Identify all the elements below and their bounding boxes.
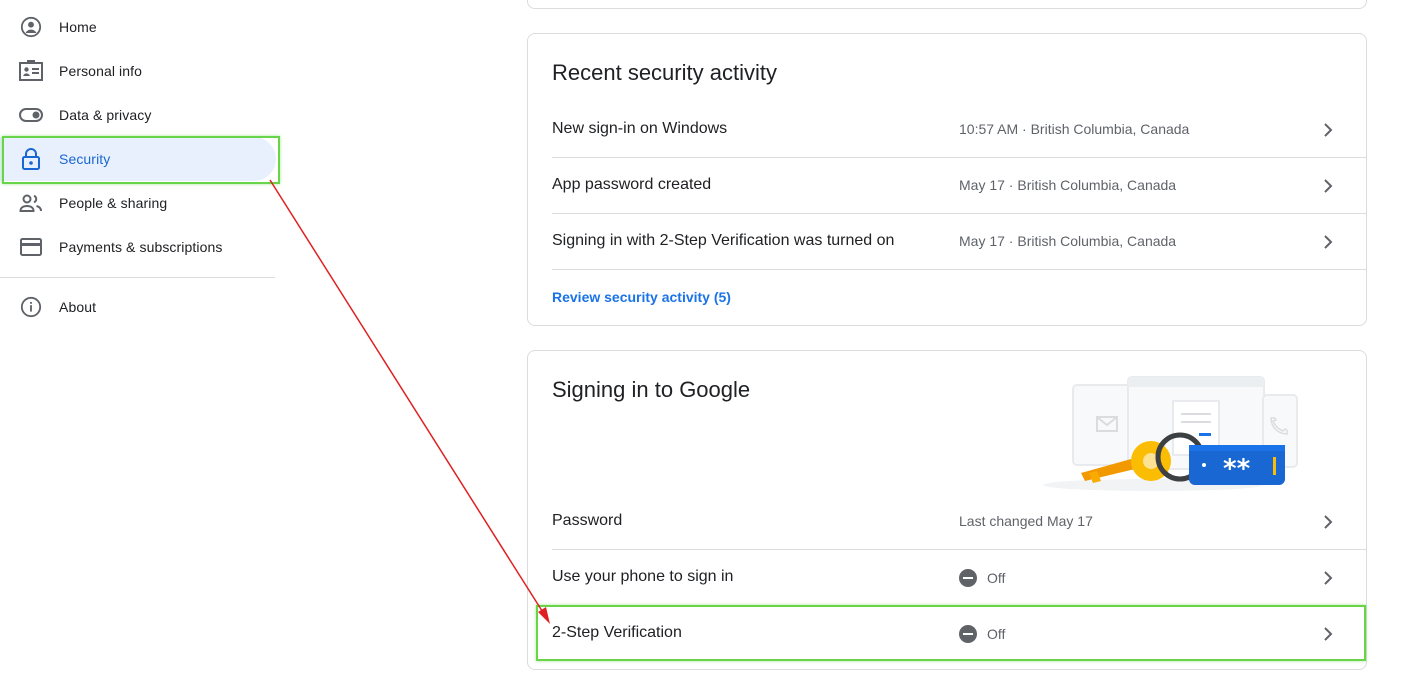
sidebar-item-label: Payments & subscriptions — [59, 239, 223, 255]
activity-meta: May 17 · British Columbia, Canada — [959, 177, 1177, 193]
people-icon — [19, 191, 43, 215]
sidebar-item-label: People & sharing — [59, 195, 168, 211]
status-text: Off — [987, 626, 1006, 642]
activity-meta: May 17 · British Columbia, Canada — [959, 233, 1177, 249]
sidebar-item-data-privacy[interactable]: Data & privacy — [0, 93, 276, 137]
row-label: Use your phone to sign in — [552, 568, 734, 585]
sidebar-item-label: Personal info — [59, 63, 143, 79]
sidebar-item-label: Security — [59, 151, 111, 167]
activity-label: New sign-in on Windows — [552, 120, 728, 137]
credit-card-icon — [19, 235, 43, 259]
id-card-icon — [19, 59, 43, 83]
sidebar-item-label: Data & privacy — [59, 107, 152, 123]
sidebar-item-label: About — [59, 299, 97, 315]
toggle-icon — [19, 103, 43, 127]
chevron-right-icon — [1324, 179, 1333, 193]
activity-row[interactable]: App password created May 17 · British Co… — [552, 158, 1366, 214]
review-security-activity-link[interactable]: Review security activity (5) — [552, 289, 731, 305]
two-step-verification-row[interactable]: 2-Step Verification Off — [552, 606, 1366, 662]
sidebar-item-security[interactable]: Security — [0, 137, 276, 181]
lock-icon — [19, 147, 43, 171]
row-label: 2-Step Verification — [552, 624, 682, 641]
sidebar-item-payments[interactable]: Payments & subscriptions — [0, 225, 276, 269]
svg-text:**: ** — [1223, 454, 1251, 484]
chevron-right-icon — [1324, 235, 1333, 249]
sidebar-item-about[interactable]: About — [0, 285, 276, 329]
sidebar-item-label: Home — [59, 19, 97, 35]
account-circle-icon — [19, 15, 43, 39]
activity-label: App password created — [552, 176, 712, 193]
row-label: Password — [552, 512, 623, 529]
password-row[interactable]: Password Last changed May 17 — [552, 494, 1366, 550]
sidebar-item-people-sharing[interactable]: People & sharing — [0, 181, 276, 225]
previous-card-edge — [527, 0, 1367, 9]
chevron-right-icon — [1324, 515, 1333, 529]
row-status: Off — [959, 625, 1005, 643]
sidebar-item-home[interactable]: Home — [0, 5, 276, 49]
sidebar-item-personal-info[interactable]: Personal info — [0, 49, 276, 93]
signin-illustration: ** — [1043, 376, 1298, 491]
activity-meta: 10:57 AM · British Columbia, Canada — [959, 121, 1190, 137]
off-icon — [959, 625, 977, 643]
chevron-right-icon — [1324, 627, 1333, 641]
activity-row[interactable]: New sign-in on Windows 10:57 AM · Britis… — [552, 102, 1366, 158]
off-icon — [959, 569, 977, 587]
status-text: Off — [987, 570, 1006, 586]
phone-sign-in-row[interactable]: Use your phone to sign in Off — [552, 550, 1366, 606]
row-status: Off — [959, 569, 1005, 587]
card-title: Signing in to Google — [552, 377, 751, 402]
chevron-right-icon — [1324, 571, 1333, 585]
row-meta: Last changed May 17 — [959, 513, 1093, 529]
recent-security-activity-card: Recent security activity New sign-in on … — [527, 33, 1367, 326]
card-title: Recent security activity — [552, 60, 777, 85]
sidebar-divider — [0, 277, 275, 278]
activity-label: Signing in with 2-Step Verification was … — [552, 232, 895, 249]
info-icon — [19, 295, 43, 319]
chevron-right-icon — [1324, 123, 1333, 137]
activity-row[interactable]: Signing in with 2-Step Verification was … — [552, 214, 1366, 270]
signing-in-card: Signing in to Google ** Password Last ch… — [527, 350, 1367, 670]
